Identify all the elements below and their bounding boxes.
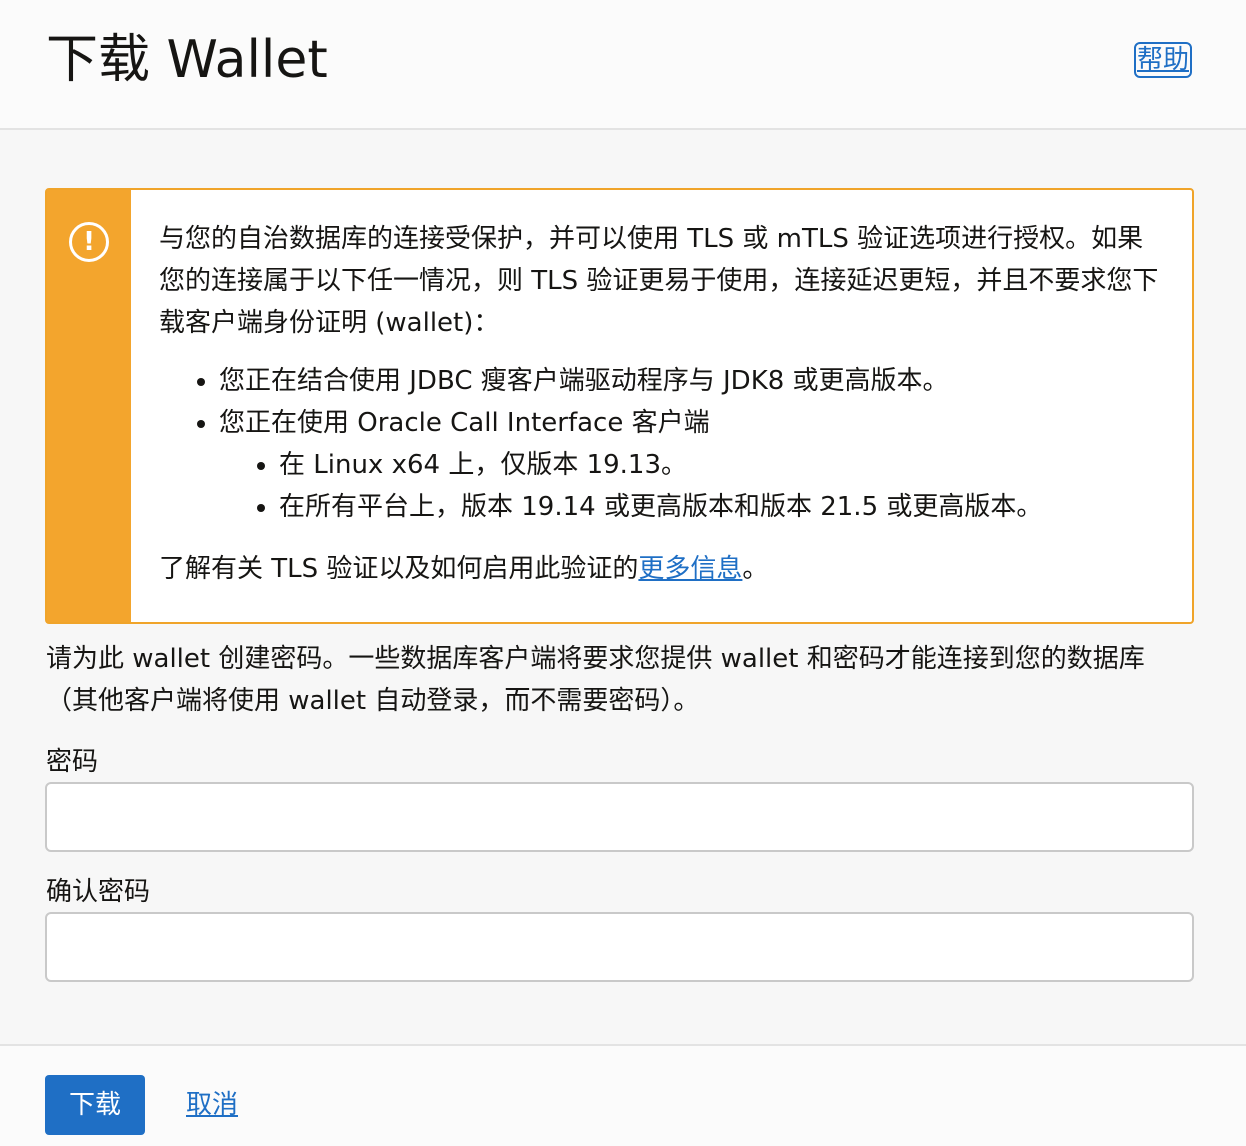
alert-intro: 与您的自治数据库的连接受保护，并可以使用 TLS 或 mTLS 验证选项进行授权…	[159, 224, 1159, 338]
list-item-text: 您正在使用 Oracle Call Interface 客户端	[219, 408, 710, 438]
list-item-text: 您正在结合使用 JDBC 瘦客户端驱动程序与 JDK8 或更高版本。	[219, 366, 949, 396]
password-input[interactable]	[45, 782, 1194, 852]
page-title: 下载 Wallet	[46, 30, 328, 90]
download-button[interactable]: 下载	[45, 1075, 145, 1135]
dialog-footer: 下载 取消	[0, 1044, 1246, 1146]
help-link[interactable]: 帮助	[1134, 42, 1192, 78]
list-item: 您正在使用 Oracle Call Interface 客户端 在 Linux …	[219, 402, 1169, 528]
confirm-password-label: 确认密码	[46, 877, 151, 907]
alert-body: 与您的自治数据库的连接受保护，并可以使用 TLS 或 mTLS 验证选项进行授权…	[159, 218, 1169, 590]
dialog-header: 下载 Wallet 帮助	[0, 0, 1246, 130]
password-label: 密码	[46, 747, 99, 777]
alert-footer-suffix: 。	[742, 554, 769, 584]
instructions-text: 请为此 wallet 创建密码。一些数据库客户端将要求您提供 wallet 和密…	[46, 644, 1145, 716]
cancel-link[interactable]: 取消	[186, 1089, 238, 1121]
alert-sublist: 在 Linux x64 上，仅版本 19.13。 在所有平台上，版本 19.14…	[219, 444, 1169, 528]
sub-list-item: 在所有平台上，版本 19.14 或更高版本和版本 21.5 或更高版本。	[279, 486, 1169, 528]
confirm-password-input[interactable]	[45, 912, 1194, 982]
exclamation-circle-icon: !	[69, 222, 109, 262]
list-item: 您正在结合使用 JDBC 瘦客户端驱动程序与 JDK8 或更高版本。	[219, 360, 1169, 402]
sub-list-item: 在 Linux x64 上，仅版本 19.13。	[279, 444, 1169, 486]
more-info-link[interactable]: 更多信息	[638, 554, 742, 584]
warning-alert: ! 与您的自治数据库的连接受保护，并可以使用 TLS 或 mTLS 验证选项进行…	[45, 188, 1194, 624]
alert-list: 您正在结合使用 JDBC 瘦客户端驱动程序与 JDK8 或更高版本。 您正在使用…	[159, 360, 1169, 528]
alert-footer: 了解有关 TLS 验证以及如何启用此验证的更多信息。	[159, 548, 1169, 590]
alert-stripe: !	[47, 190, 131, 622]
alert-footer-text: 了解有关 TLS 验证以及如何启用此验证的	[159, 554, 639, 584]
